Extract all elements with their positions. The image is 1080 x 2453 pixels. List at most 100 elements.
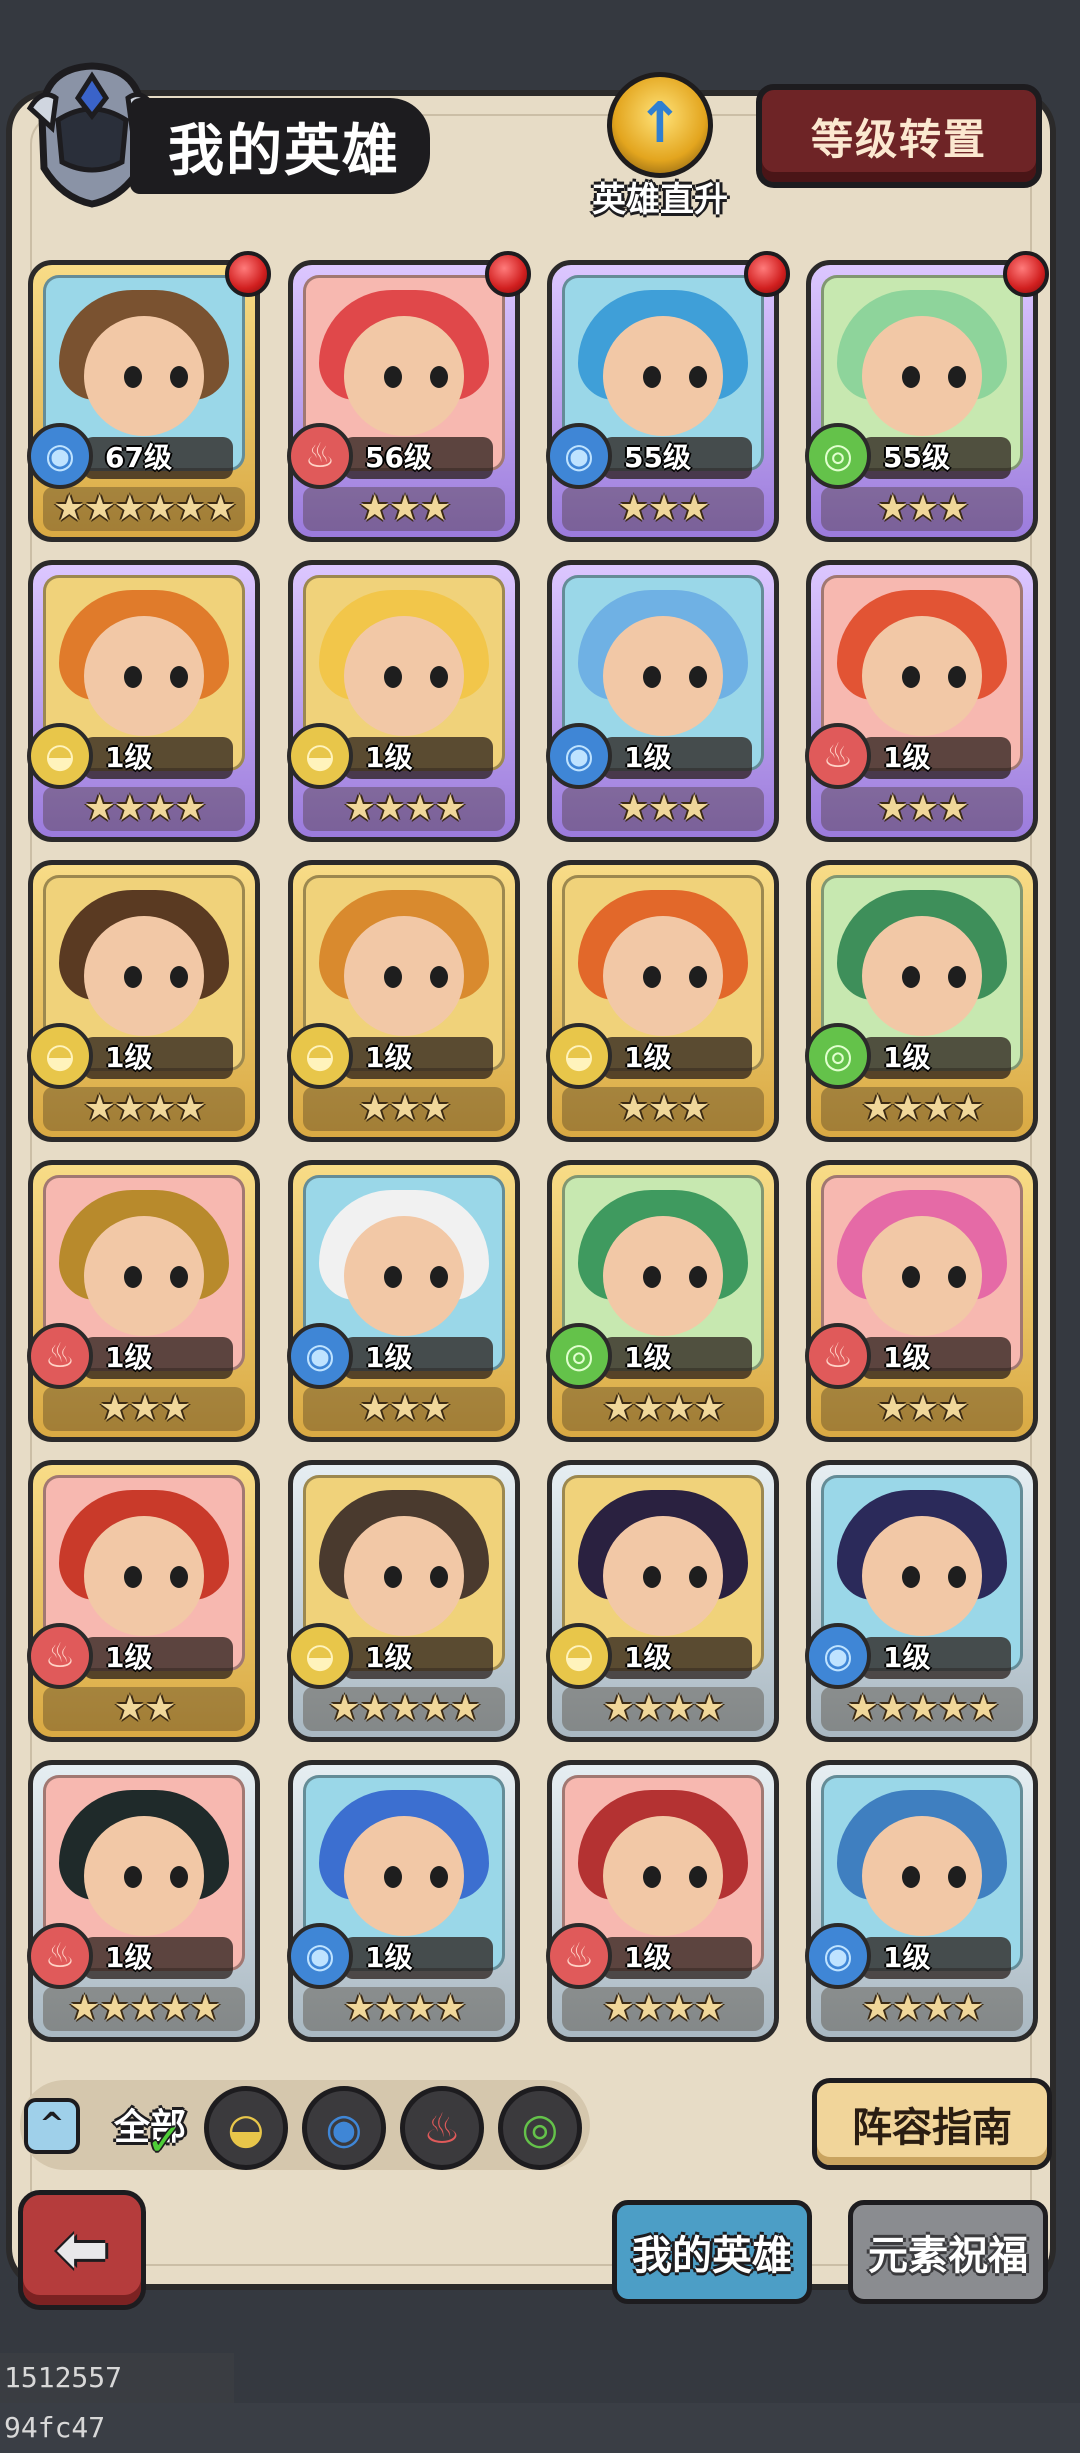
hero-eye	[643, 1266, 661, 1288]
tab-my-heroes[interactable]: 我的英雄	[612, 2200, 812, 2304]
hero-eye	[430, 366, 448, 388]
hero-eye	[689, 1566, 707, 1588]
hero-eye	[643, 1866, 661, 1888]
hero-stars: ★★★	[562, 787, 764, 831]
hero-eye	[384, 666, 402, 688]
hero-stars: ★★★★	[562, 1687, 764, 1731]
hero-stars: ★★★	[821, 1387, 1023, 1431]
hero-stars: ★★★	[562, 1087, 764, 1131]
hero-card[interactable]: ◉ 1级 ★★★	[287, 1160, 520, 1442]
hero-level: 1级	[105, 1641, 153, 1674]
tab-my-heroes-label: 我的英雄	[632, 2233, 792, 2279]
hero-eye	[643, 1566, 661, 1588]
hero-eye	[902, 666, 920, 688]
hero-eye	[170, 1866, 188, 1888]
hero-card[interactable]: ◒ 1级 ★★★★	[546, 1460, 779, 1742]
hero-stars: ★★★	[43, 1387, 245, 1431]
hero-eye	[948, 1866, 966, 1888]
hero-card[interactable]: ◉ 67级 ★★★★★★	[27, 251, 271, 542]
page-title-text: 我的英雄	[168, 118, 400, 184]
hero-eye	[430, 966, 448, 988]
earth-element-icon: ◒	[287, 1623, 353, 1689]
hero-eye	[384, 1866, 402, 1888]
filter-earth-icon[interactable]: ◒	[204, 2086, 288, 2170]
hero-stars: ★★★★★	[821, 1687, 1023, 1731]
hero-card[interactable]: ◒ 1级 ★★★★	[287, 560, 520, 842]
hero-level: 1级	[883, 1941, 931, 1974]
hero-card[interactable]: ◒ 1级 ★★★★	[27, 860, 260, 1142]
hero-level: 1级	[365, 1641, 413, 1674]
hero-card[interactable]: ♨ 1级 ★★★★	[546, 1760, 779, 2042]
checkmark-icon: ✓	[146, 2115, 183, 2166]
hero-card[interactable]: ◎ 55级 ★★★	[805, 251, 1049, 542]
hero-eye	[124, 1866, 142, 1888]
hero-eye	[902, 1266, 920, 1288]
hero-eye	[124, 1266, 142, 1288]
hero-stars: ★★★★	[821, 1087, 1023, 1131]
hero-eye	[170, 666, 188, 688]
hero-card[interactable]: ◉ 1级 ★★★★	[287, 1760, 520, 2042]
earth-element-icon: ◒	[287, 1023, 353, 1089]
hero-card[interactable]: ◒ 1级 ★★★	[287, 860, 520, 1142]
hero-card[interactable]: ♨ 1级 ★★	[27, 1460, 260, 1742]
earth-element-icon: ◒	[27, 723, 93, 789]
water-element-icon: ◉	[287, 1323, 353, 1389]
hero-eye	[643, 966, 661, 988]
hero-eye	[689, 366, 707, 388]
hero-eye	[902, 1866, 920, 1888]
hero-card[interactable]: ◉ 1级 ★★★★	[805, 1760, 1038, 2042]
hero-card[interactable]: ◉ 1级 ★★★★★	[805, 1460, 1038, 1742]
filter-fire-icon[interactable]: ♨	[400, 2086, 484, 2170]
hero-eye	[948, 966, 966, 988]
notification-dot-icon	[1003, 251, 1049, 297]
hero-card[interactable]: ◎ 1级 ★★★★	[546, 1160, 779, 1442]
hero-eye	[902, 1566, 920, 1588]
wind-element-icon: ◎	[546, 1323, 612, 1389]
hero-level: 1级	[624, 741, 672, 774]
hero-card[interactable]: ♨ 1级 ★★★	[27, 1160, 260, 1442]
collapse-toggle[interactable]: ^	[24, 2098, 80, 2154]
filter-wind-icon[interactable]: ◎	[498, 2086, 582, 2170]
tab-element-blessing[interactable]: 元素祝福	[848, 2200, 1048, 2304]
direct-upgrade-icon	[607, 72, 713, 178]
hero-level: 1级	[624, 1941, 672, 1974]
hero-card[interactable]: ♨ 1级 ★★★★★	[27, 1760, 260, 2042]
hero-stars: ★★★★	[43, 1087, 245, 1131]
hero-card[interactable]: ♨ 56级 ★★★	[287, 251, 531, 542]
lineup-guide-button[interactable]: 阵容指南	[812, 2078, 1052, 2170]
back-button[interactable]: ⬅	[18, 2190, 146, 2310]
hero-card[interactable]: ◉ 55级 ★★★	[546, 251, 790, 542]
hero-eye	[170, 1566, 188, 1588]
hero-level: 1级	[365, 1041, 413, 1074]
hero-grid: ◉ 67级 ★★★★★★ ♨ 56级 ★★★ ◉ 55级 ★★★ ◎ 55级 ★★★ ◒ 1级 ★★★★ ◒ 1…	[27, 251, 1054, 2042]
hero-card[interactable]: ◒ 1级 ★★★★★	[287, 1460, 520, 1742]
hero-eye	[170, 366, 188, 388]
hero-stars: ★★★	[821, 787, 1023, 831]
hero-eye	[689, 1866, 707, 1888]
hero-eye	[384, 366, 402, 388]
hero-card[interactable]: ♨ 1级 ★★★	[805, 560, 1038, 842]
wind-element-icon: ◎	[805, 423, 871, 489]
hero-stars: ★★★★★★	[43, 487, 245, 531]
hero-card[interactable]: ◒ 1级 ★★★	[546, 860, 779, 1142]
hero-eye	[384, 1566, 402, 1588]
notification-dot-icon	[744, 251, 790, 297]
filter-water-icon[interactable]: ◉	[302, 2086, 386, 2170]
hero-stars: ★★★	[303, 487, 505, 531]
hero-card[interactable]: ♨ 1级 ★★★	[805, 1160, 1038, 1442]
hero-card[interactable]: ◉ 1级 ★★★	[546, 560, 779, 842]
hero-card[interactable]: ◎ 1级 ★★★★	[805, 860, 1038, 1142]
hero-direct-upgrade-button[interactable]: 英雄直升	[585, 72, 735, 222]
chevron-up-icon: ^	[39, 2107, 65, 2142]
hero-level: 1级	[624, 1341, 672, 1374]
level-transfer-button[interactable]: 等级转置	[756, 84, 1042, 188]
level-transfer-label: 等级转置	[810, 114, 987, 164]
hero-stars: ★★	[43, 1687, 245, 1731]
hero-card[interactable]: ◒ 1级 ★★★★	[27, 560, 260, 842]
hero-eye	[124, 666, 142, 688]
hero-eye	[689, 966, 707, 988]
hero-eye	[170, 1266, 188, 1288]
water-element-icon: ◉	[287, 1923, 353, 1989]
earth-element-icon: ◒	[546, 1623, 612, 1689]
earth-element-icon: ◒	[27, 1023, 93, 1089]
